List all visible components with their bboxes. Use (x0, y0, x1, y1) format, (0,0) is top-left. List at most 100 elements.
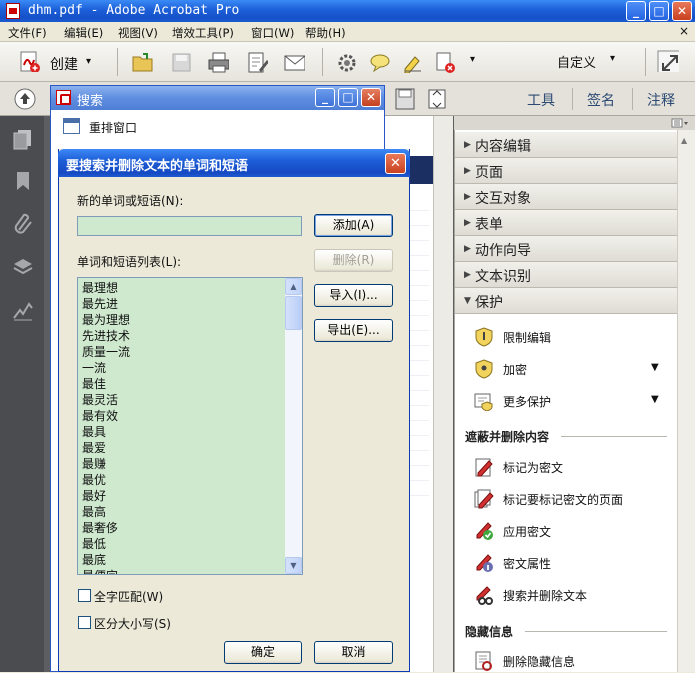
scroll-up-arrow[interactable]: ▲ (285, 278, 302, 295)
section-interactive-objects[interactable]: ▶ 交互对象 (455, 184, 677, 210)
pdf-file-icon (6, 3, 20, 19)
paperclip-icon[interactable] (12, 212, 34, 234)
fit-page-icon[interactable] (426, 87, 448, 111)
save-icon[interactable] (170, 51, 192, 73)
tab-comment[interactable]: 注释 (647, 90, 675, 110)
search-remove-dialog: 要搜索并删除文本的单词和短语 ✕ 新的单词或短语(N): 添加(A) 单词和短语… (58, 149, 410, 672)
dialog-close-button[interactable]: ✕ (385, 153, 406, 174)
toolbar-more-arrow[interactable]: ▾ (470, 54, 475, 65)
import-button[interactable]: 导入(I)... (314, 284, 393, 307)
list-item[interactable]: 最有效 (82, 408, 130, 424)
list-item[interactable]: 先进技术 (82, 328, 130, 344)
word-list[interactable]: 最理想 最先进 最为理想 先进技术 质量一流 一流 最佳 最灵活 最有效 最具 最爱 最赚 最优 最好 最高… (77, 277, 303, 575)
tab-sign[interactable]: 签名 (587, 90, 615, 110)
dialog-title: 要搜索并删除文本的单词和短语 (66, 159, 249, 174)
left-navigation-panel (0, 116, 44, 672)
menu-edit[interactable]: 编辑(E) (64, 25, 103, 41)
customize-dropdown[interactable]: 自定义 ▾ (557, 52, 615, 71)
chevron-down-icon: ▾ (610, 53, 616, 64)
scroll-down-arrow[interactable]: ▼ (285, 557, 302, 574)
list-item[interactable]: 一流 (82, 360, 130, 376)
section-action-wizard[interactable]: ▶ 动作向导 (455, 236, 677, 262)
list-item[interactable]: 最低 (82, 536, 130, 552)
new-word-input[interactable] (77, 216, 302, 236)
list-item[interactable]: 最好 (82, 488, 130, 504)
list-item[interactable]: 最爱 (82, 440, 130, 456)
menu-bar: 文件(F) 编辑(E) 视图(V) 增效工具(P) 窗口(W) 帮助(H) × (0, 22, 695, 42)
list-item[interactable]: 最便宜 (82, 568, 130, 574)
create-label: 创建 (50, 57, 78, 73)
close-button[interactable]: ✕ (672, 1, 692, 21)
list-item[interactable]: 最奢侈 (82, 520, 130, 536)
search-minimize-button[interactable]: _ (315, 88, 335, 107)
close-document-icon[interactable]: × (679, 24, 689, 38)
scroll-thumb[interactable] (285, 296, 302, 330)
list-item[interactable]: 质量一流 (82, 344, 130, 360)
search-window-title: 搜索 (77, 94, 104, 109)
chevron-down-icon[interactable]: ▼ (651, 394, 659, 405)
comment-bubble-icon[interactable] (368, 51, 390, 73)
shield-icon (475, 327, 493, 347)
list-item[interactable]: 最赚 (82, 456, 130, 472)
layers-icon[interactable] (12, 256, 34, 278)
menu-file[interactable]: 文件(F) (8, 25, 47, 41)
section-pages[interactable]: ▶ 页面 (455, 158, 677, 184)
bookmark-icon[interactable] (12, 170, 34, 192)
case-sensitive-checkbox[interactable] (78, 616, 91, 629)
print-icon[interactable] (207, 51, 229, 73)
gear-icon[interactable] (335, 51, 357, 73)
menu-window[interactable]: 窗口(W) (251, 25, 294, 41)
section-protection[interactable]: ▼ 保护 (455, 288, 677, 314)
shield-key-icon (475, 359, 493, 379)
expand-icon[interactable] (657, 50, 679, 72)
chevron-down-icon[interactable]: ▼ (651, 362, 659, 373)
list-item[interactable]: 最高 (82, 504, 130, 520)
section-content-editing[interactable]: ▶ 内容编辑 (455, 132, 677, 158)
ok-button[interactable]: 确定 (224, 641, 302, 664)
certificate-icon (474, 393, 493, 411)
open-folder-icon[interactable] (131, 51, 153, 73)
list-item[interactable]: 最具 (82, 424, 130, 440)
section-text-recognition[interactable]: ▶ 文本识别 (455, 262, 677, 288)
word-list-scrollbar[interactable]: ▲ ▼ (285, 278, 302, 574)
menu-plugins[interactable]: 增效工具(P) (172, 25, 234, 41)
remove-hidden-info-icon (475, 651, 492, 671)
whole-word-checkbox[interactable] (78, 589, 91, 602)
minimize-button[interactable]: _ (626, 1, 646, 21)
expand-triangle-icon: ▶ (464, 270, 471, 280)
page-thumbnails-icon[interactable] (12, 128, 34, 150)
menu-help[interactable]: 帮助(H) (305, 25, 346, 41)
section-forms[interactable]: ▶ 表单 (455, 210, 677, 236)
list-item[interactable]: 最理想 (82, 280, 130, 296)
menu-view[interactable]: 视图(V) (118, 25, 158, 41)
stamp-remove-icon[interactable] (434, 51, 456, 73)
list-item[interactable]: 最灵活 (82, 392, 130, 408)
add-button[interactable]: 添加(A) (314, 214, 393, 237)
main-toolbar: 创建 ▾ ▾ 自定义 ▾ (0, 42, 695, 82)
save-copy-icon[interactable] (394, 87, 416, 111)
tab-tools[interactable]: 工具 (527, 90, 555, 110)
search-maximize-button[interactable]: □ (338, 88, 358, 107)
acrobat-logo-icon (56, 90, 71, 105)
cancel-button[interactable]: 取消 (314, 641, 393, 664)
delete-button[interactable]: 删除(R) (314, 249, 393, 272)
list-item[interactable]: 最底 (82, 552, 130, 568)
create-dropdown-arrow: ▾ (86, 56, 92, 67)
section-title-hidden-info: 隐藏信息 (465, 625, 514, 639)
export-button[interactable]: 导出(E)... (314, 319, 393, 342)
list-item[interactable]: 最先进 (82, 296, 130, 312)
pane-options-icon[interactable] (671, 118, 689, 128)
page-up-icon[interactable] (12, 87, 38, 111)
maximize-button[interactable]: □ (649, 1, 669, 21)
email-icon[interactable] (283, 51, 305, 73)
signature-icon[interactable] (12, 300, 34, 322)
tools-pane-scrollbar[interactable]: ▲ (677, 130, 695, 672)
list-item[interactable]: 最优 (82, 472, 130, 488)
collapse-triangle-icon: ▼ (464, 296, 471, 306)
search-close-button[interactable]: ✕ (361, 88, 381, 107)
document-scrollbar[interactable] (433, 116, 453, 672)
list-item[interactable]: 最佳 (82, 376, 130, 392)
list-item[interactable]: 最为理想 (82, 312, 130, 328)
highlight-icon[interactable] (401, 51, 423, 73)
edit-document-icon[interactable] (246, 51, 268, 73)
